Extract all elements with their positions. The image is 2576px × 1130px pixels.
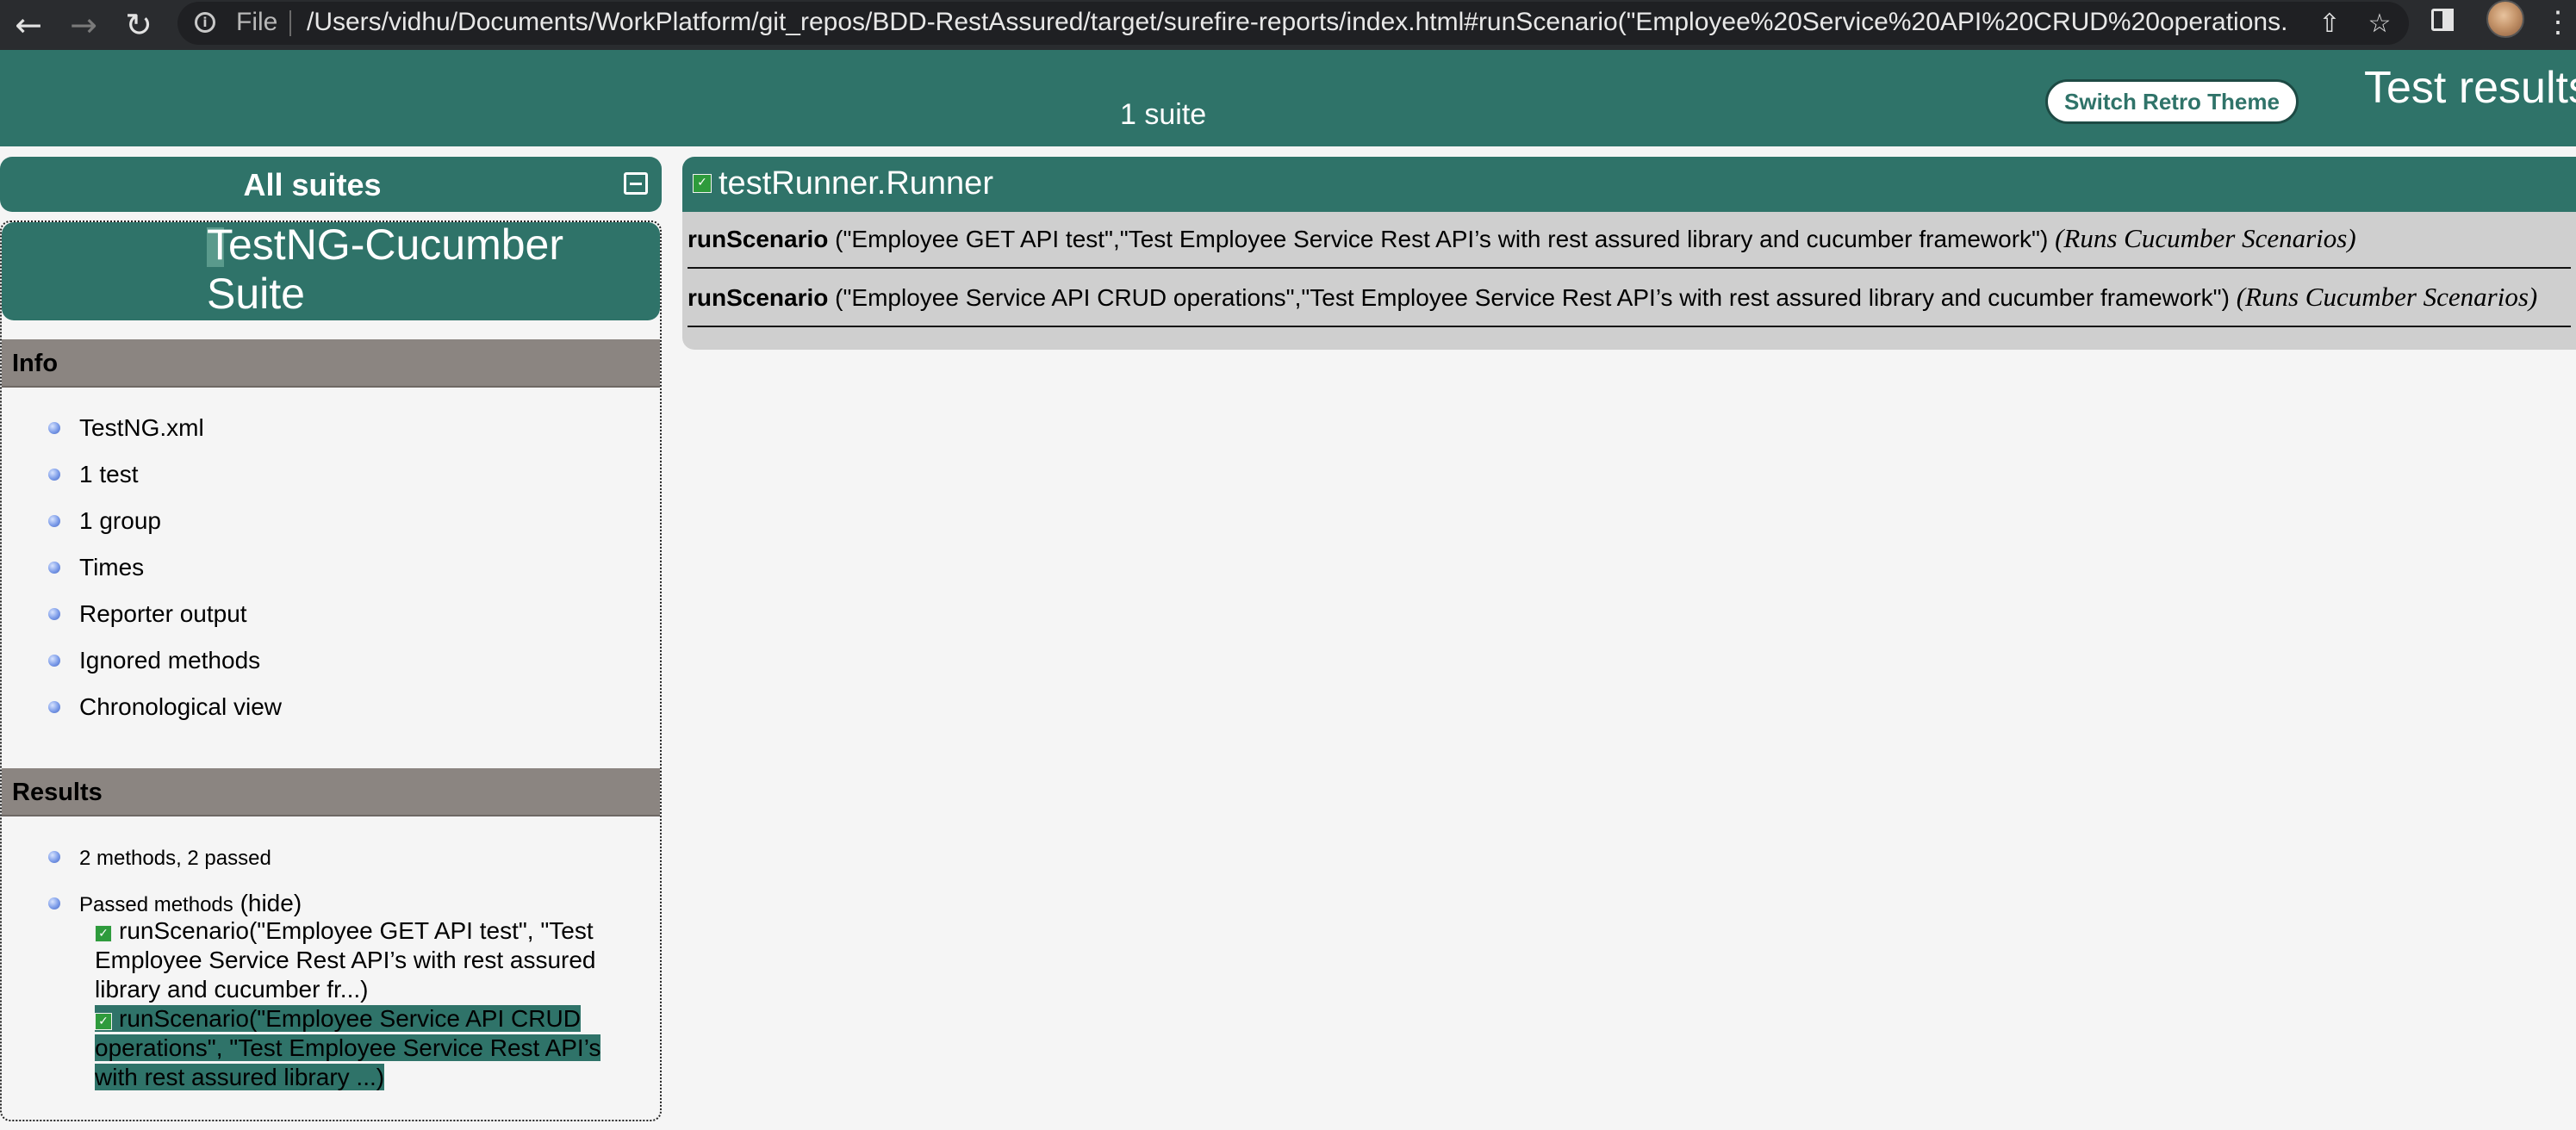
- info-item-tests[interactable]: 1 test: [0, 460, 282, 506]
- results-summary: 2 methods, 2 passed: [0, 842, 302, 889]
- bullet-icon: [48, 608, 60, 620]
- info-section-header: Info: [2, 339, 660, 388]
- info-icon[interactable]: i: [195, 12, 215, 33]
- info-item-times[interactable]: Times: [0, 553, 282, 599]
- passed-method-1[interactable]: ✓ runScenario("Employee GET API test", "T…: [95, 916, 620, 1004]
- switch-retro-theme-button[interactable]: Switch Retro Theme: [2045, 79, 2299, 124]
- all-suites-header[interactable]: All suites: [0, 157, 662, 212]
- address-divider: [289, 10, 291, 36]
- bullet-icon: [48, 469, 60, 481]
- bullet-icon: [48, 562, 60, 574]
- info-item-reporter-output[interactable]: Reporter output: [0, 599, 282, 646]
- method-row: runScenario ("Employee GET API test","Te…: [688, 212, 2571, 269]
- info-list: TestNG.xml 1 test 1 group Times Reporter…: [0, 413, 282, 739]
- test-class-name: testRunner.Runner: [719, 165, 993, 202]
- reload-icon[interactable]: ↻: [119, 5, 159, 45]
- profile-avatar[interactable]: [2486, 0, 2524, 38]
- results-title: Results: [12, 779, 103, 806]
- checkmark-icon: ✓: [693, 174, 712, 193]
- bookmark-star-icon[interactable]: ☆: [2362, 7, 2397, 41]
- bullet-icon: [48, 515, 60, 527]
- method-params: ("Employee Service API CRUD operations",…: [828, 284, 2237, 311]
- results-section-header: Results: [2, 768, 660, 816]
- page-title: Test results: [2364, 63, 2576, 113]
- back-arrow-icon[interactable]: ←: [9, 5, 48, 45]
- checkmark-icon: ✓: [95, 925, 112, 942]
- collapse-icon[interactable]: [624, 172, 648, 195]
- method-name: runScenario: [688, 284, 829, 311]
- url-text[interactable]: /Users/vidhu/Documents/WorkPlatform/git_…: [307, 8, 2288, 37]
- menu-kebab-icon[interactable]: ⋮: [2543, 5, 2573, 40]
- bullet-icon: [48, 701, 60, 713]
- passed-method-2-selected[interactable]: ✓ runScenario("Employee Service API CRUD …: [95, 1004, 620, 1092]
- checkmark-icon: ✓: [95, 1013, 112, 1030]
- bullet-icon: [48, 655, 60, 667]
- address-bar[interactable]: i File /Users/vidhu/Documents/WorkPlatfo…: [177, 2, 2409, 45]
- method-name: runScenario: [688, 226, 829, 252]
- method-params: ("Employee GET API test","Test Employee …: [828, 226, 2056, 252]
- bullet-icon: [48, 422, 60, 434]
- info-item-chronological-view[interactable]: Chronological view: [0, 692, 282, 739]
- passed-method-text: runScenario("Employee Service API CRUD o…: [95, 1005, 601, 1090]
- file-scheme-label: File: [236, 8, 278, 36]
- info-item-testng-xml[interactable]: TestNG.xml: [0, 413, 282, 460]
- browser-toolbar: ← → ↻ i File /Users/vidhu/Documents/Work…: [0, 0, 2576, 50]
- passed-method-text: runScenario("Employee GET API test", "Te…: [95, 917, 596, 1003]
- info-title: Info: [12, 350, 59, 377]
- method-description: (Runs Cucumber Scenarios): [2055, 223, 2356, 253]
- info-item-ignored-methods[interactable]: Ignored methods: [0, 646, 282, 692]
- suite-count: 1 suite: [1120, 98, 1207, 131]
- bullet-icon: [48, 851, 60, 863]
- bullet-icon: [48, 897, 60, 910]
- test-class-header: ✓ testRunner.Runner: [682, 157, 2576, 212]
- method-description: (Runs Cucumber Scenarios): [2236, 282, 2538, 312]
- info-item-groups[interactable]: 1 group: [0, 506, 282, 553]
- forward-arrow-icon[interactable]: →: [64, 5, 103, 45]
- suite-name[interactable]: TestNG-Cucumber Suite: [207, 220, 612, 319]
- methods-panel: runScenario ("Employee GET API test","Te…: [682, 212, 2576, 350]
- passed-methods-label: Passed methods: [79, 893, 233, 916]
- method-row: runScenario ("Employee Service API CRUD …: [688, 270, 2571, 327]
- hide-link[interactable]: (hide): [240, 890, 302, 916]
- share-icon[interactable]: ⇧: [2312, 7, 2347, 41]
- all-suites-label: All suites: [243, 167, 382, 202]
- side-panel-icon[interactable]: [2431, 7, 2457, 33]
